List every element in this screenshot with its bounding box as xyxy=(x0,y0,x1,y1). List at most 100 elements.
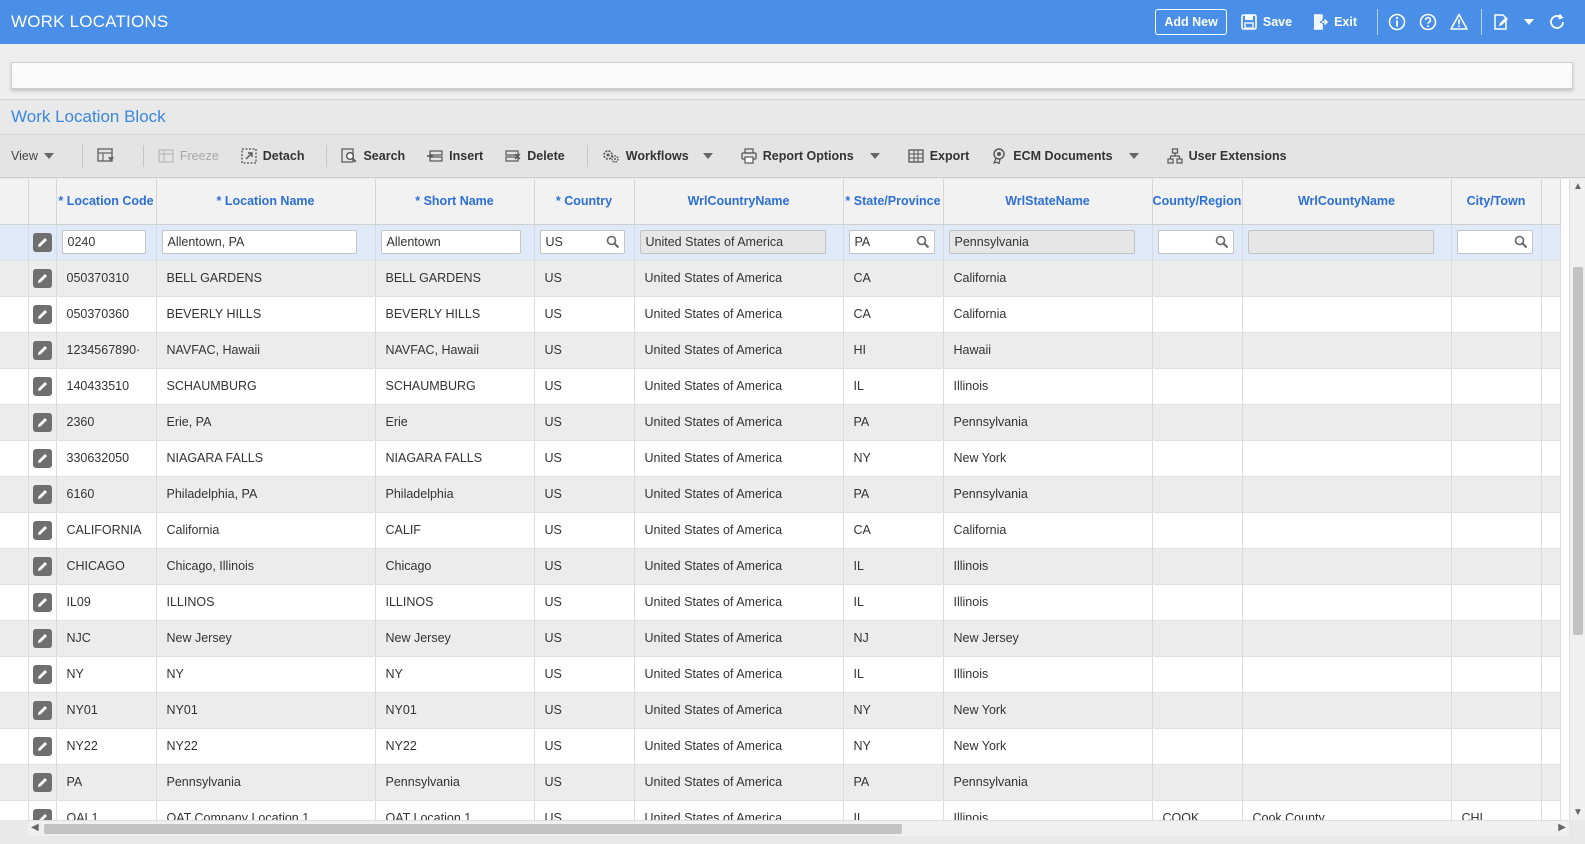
pencil-icon[interactable] xyxy=(32,772,52,792)
refresh-icon[interactable] xyxy=(1548,13,1566,31)
city-input[interactable] xyxy=(1456,230,1533,254)
row-selector[interactable] xyxy=(0,404,29,441)
edit-cell[interactable] xyxy=(28,404,57,441)
row-selector[interactable] xyxy=(0,620,29,657)
view-menu[interactable]: View xyxy=(11,149,60,163)
edit-cell[interactable] xyxy=(28,764,57,801)
help-icon[interactable] xyxy=(1419,13,1437,31)
scroll-left-icon[interactable]: ◀ xyxy=(31,822,39,833)
edit-cell[interactable] xyxy=(28,260,57,297)
ecm-documents-menu[interactable]: ECM Documents xyxy=(991,148,1144,164)
search-icon[interactable] xyxy=(916,235,930,249)
pencil-icon[interactable] xyxy=(32,268,52,288)
export-button[interactable]: Export xyxy=(908,148,969,164)
pencil-icon[interactable] xyxy=(32,592,52,612)
scroll-up-icon[interactable]: ▲ xyxy=(1573,181,1583,192)
scroll-right-icon[interactable]: ▶ xyxy=(1558,822,1566,833)
short-name-input[interactable]: Allentown xyxy=(380,230,521,254)
edit-cell[interactable] xyxy=(28,512,57,549)
column-header[interactable]: * Location Name xyxy=(156,179,376,225)
edit-notes-icon[interactable] xyxy=(1492,13,1510,31)
country-input[interactable]: US xyxy=(539,230,625,254)
chevron-down-icon[interactable] xyxy=(1523,17,1535,27)
columns-config-button[interactable] xyxy=(97,148,121,164)
row-selector[interactable] xyxy=(0,260,29,297)
scroll-down-icon[interactable]: ▼ xyxy=(1573,807,1583,818)
pencil-icon[interactable] xyxy=(32,520,52,540)
row-selector[interactable] xyxy=(0,476,29,513)
table-row[interactable]: 050370360 BEVERLY HILLS BEVERLY HILLS US Uni… xyxy=(0,296,1561,333)
edit-cell[interactable] xyxy=(28,296,57,333)
table-row[interactable]: NY NY NY US United States of America IL Illino… xyxy=(0,656,1561,693)
table-row[interactable]: CALIFORNIA California CALIF US United States… xyxy=(0,512,1561,549)
row-selector[interactable] xyxy=(0,548,29,585)
pencil-icon[interactable] xyxy=(32,376,52,396)
row-selector[interactable] xyxy=(0,692,29,729)
table-row[interactable]: CHICAGO Chicago, Illinois Chicago US United … xyxy=(0,548,1561,585)
edit-cell[interactable] xyxy=(28,656,57,693)
pencil-icon[interactable] xyxy=(32,664,52,684)
edit-cell[interactable] xyxy=(28,368,57,405)
row-selector[interactable] xyxy=(0,764,29,801)
table-row[interactable]: 2360 Erie, PA Erie US United States of Ameri… xyxy=(0,404,1561,441)
location-code-input[interactable]: 0240 xyxy=(61,230,146,254)
column-header[interactable]: County/Region xyxy=(1152,179,1243,225)
edit-cell[interactable] xyxy=(28,800,57,820)
pencil-icon[interactable] xyxy=(32,700,52,720)
row-selector[interactable] xyxy=(0,728,29,765)
table-row[interactable]: IL09 ILLINOS ILLINOS US United States of Ame… xyxy=(0,584,1561,621)
table-row[interactable]: 6160 Philadelphia, PA Philadelphia US United… xyxy=(0,476,1561,513)
edit-cell[interactable] xyxy=(28,440,57,477)
user-extensions-button[interactable]: User Extensions xyxy=(1167,148,1287,164)
table-row[interactable]: NJC New Jersey New Jersey US United States o… xyxy=(0,620,1561,657)
freeze-button[interactable]: Freeze xyxy=(158,148,219,164)
criteria-input[interactable] xyxy=(11,62,1573,89)
pencil-icon[interactable] xyxy=(32,232,52,252)
pencil-icon[interactable] xyxy=(32,736,52,756)
search-icon[interactable] xyxy=(1215,235,1229,249)
pencil-icon[interactable] xyxy=(32,412,52,432)
edit-cell[interactable] xyxy=(28,332,57,369)
workflows-menu[interactable]: Workflows xyxy=(602,148,719,164)
table-row[interactable]: NY22 NY22 NY22 US United States of America NY… xyxy=(0,728,1561,765)
pencil-icon[interactable] xyxy=(32,304,52,324)
table-row[interactable]: 330632050 NIAGARA FALLS NIAGARA FALLS US Uni… xyxy=(0,440,1561,477)
column-header[interactable]: City/Town xyxy=(1451,179,1542,225)
row-selector[interactable] xyxy=(0,656,29,693)
pencil-icon[interactable] xyxy=(32,448,52,468)
search-icon[interactable] xyxy=(1514,235,1528,249)
warning-icon[interactable] xyxy=(1450,13,1468,31)
table-row[interactable]: 140433510 SCHAUMBURG SCHAUMBURG US United St… xyxy=(0,368,1561,405)
horizontal-scrollbar[interactable]: ◀ ▶ xyxy=(28,820,1569,836)
column-header[interactable]: WrlCountyName xyxy=(1242,179,1452,225)
table-row[interactable]: NY01 NY01 NY01 US United States of America NY… xyxy=(0,692,1561,729)
vertical-scrollbar[interactable]: ▲ ▼ xyxy=(1569,179,1585,820)
search-icon[interactable] xyxy=(606,235,620,249)
pencil-icon[interactable] xyxy=(32,340,52,360)
pencil-icon[interactable] xyxy=(32,556,52,576)
horizontal-scroll-thumb[interactable] xyxy=(44,824,902,834)
row-selector[interactable] xyxy=(0,440,29,477)
row-selector[interactable] xyxy=(0,332,29,369)
row-selector[interactable] xyxy=(0,224,29,261)
add-new-button[interactable]: Add New xyxy=(1155,9,1227,35)
edit-cell[interactable] xyxy=(28,620,57,657)
column-header[interactable]: * Short Name xyxy=(375,179,535,225)
column-header[interactable]: * Country xyxy=(534,179,635,225)
save-button[interactable]: Save xyxy=(1241,14,1292,30)
insert-button[interactable]: Insert xyxy=(427,148,483,164)
pencil-icon[interactable] xyxy=(32,628,52,648)
edit-cell[interactable] xyxy=(28,548,57,585)
table-row[interactable]: 050370310 BELL GARDENS BELL GARDENS US Unite… xyxy=(0,260,1561,297)
row-selector[interactable] xyxy=(0,800,29,820)
pencil-icon[interactable] xyxy=(32,484,52,504)
edit-cell[interactable] xyxy=(28,692,57,729)
table-row[interactable]: OAL1 OAT Company Location 1 OAT Location 1… xyxy=(0,800,1561,820)
edit-cell[interactable] xyxy=(28,728,57,765)
row-selector[interactable] xyxy=(0,584,29,621)
edit-cell[interactable] xyxy=(28,584,57,621)
vertical-scroll-thumb[interactable] xyxy=(1573,267,1583,635)
row-selector[interactable] xyxy=(0,368,29,405)
table-row[interactable]: 1234567890· NAVFAC, Hawaii NAVFAC, Hawaii U… xyxy=(0,332,1561,369)
table-row[interactable]: PA Pennsylvania Pennsylvania US United State… xyxy=(0,764,1561,801)
